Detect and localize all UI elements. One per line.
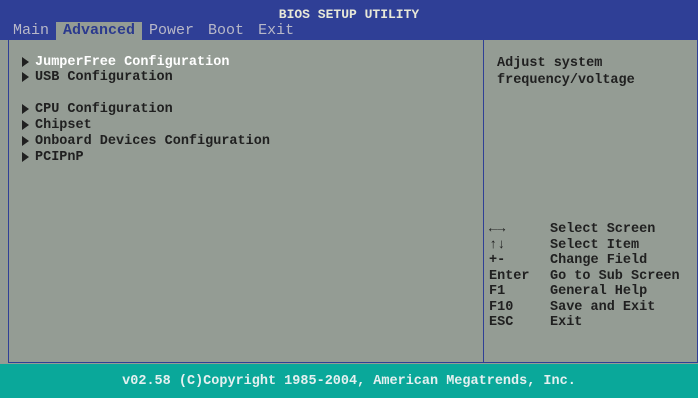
tab-power[interactable]: Power bbox=[142, 22, 201, 40]
submenu-arrow-icon bbox=[22, 72, 29, 82]
key-desc: Save and Exit bbox=[550, 299, 656, 315]
submenu-arrow-icon bbox=[22, 120, 29, 130]
key-name: F1 bbox=[489, 284, 506, 299]
tab-main[interactable]: Main bbox=[6, 22, 56, 40]
panel-divider bbox=[483, 40, 484, 362]
key-row-general-help: F1 General Help bbox=[489, 284, 680, 300]
tab-advanced[interactable]: Advanced bbox=[56, 22, 143, 40]
key-desc: Go to Sub Screen bbox=[550, 268, 680, 284]
help-line: frequency/voltage bbox=[497, 73, 635, 88]
menu-item-cpu[interactable]: CPU Configuration bbox=[22, 101, 173, 117]
key-name: +- bbox=[489, 253, 506, 268]
left-right-arrow-icon: ←→ bbox=[489, 222, 506, 237]
title-bar: BIOS SETUP UTILITY Main Advanced Power B… bbox=[0, 0, 698, 40]
menu-item-label: Onboard Devices Configuration bbox=[35, 133, 270, 149]
menu-item-label: USB Configuration bbox=[35, 69, 173, 85]
key-row-save-exit: F10 Save and Exit bbox=[489, 300, 680, 316]
key-name: Enter bbox=[489, 268, 530, 284]
menu-item-chipset[interactable]: Chipset bbox=[22, 117, 92, 133]
up-down-arrow-icon: ↑↓ bbox=[489, 237, 506, 253]
menu-item-jumperfree[interactable]: JumperFree Configuration bbox=[22, 54, 230, 70]
copyright-text: v02.58 (C)Copyright 1985-2004, American … bbox=[122, 374, 576, 389]
menu-bar: Main Advanced Power Boot Exit bbox=[6, 20, 301, 40]
key-row-sub-screen: Enter Go to Sub Screen bbox=[489, 269, 680, 285]
key-row-select-screen: ←→ Select Screen bbox=[489, 222, 680, 238]
footer-bar: v02.58 (C)Copyright 1985-2004, American … bbox=[0, 364, 698, 398]
key-row-change-field: +- Change Field bbox=[489, 253, 680, 269]
key-desc: Select Screen bbox=[550, 222, 656, 237]
menu-item-onboard-devices[interactable]: Onboard Devices Configuration bbox=[22, 133, 270, 149]
submenu-arrow-icon bbox=[22, 104, 29, 114]
key-desc: Exit bbox=[550, 315, 583, 330]
menu-item-label: PCIPnP bbox=[35, 149, 84, 165]
help-description: Adjust system frequency/voltage bbox=[497, 55, 687, 89]
key-desc: Select Item bbox=[550, 237, 640, 253]
submenu-arrow-icon bbox=[22, 136, 29, 146]
menu-item-label: JumperFree Configuration bbox=[35, 54, 230, 70]
submenu-arrow-icon bbox=[22, 57, 29, 67]
key-name: F10 bbox=[489, 299, 514, 315]
help-line: Adjust system bbox=[497, 56, 603, 71]
menu-item-label: CPU Configuration bbox=[35, 101, 173, 117]
key-legend: ←→ Select Screen ↑↓ Select Item +- Chang… bbox=[489, 222, 680, 331]
key-desc: General Help bbox=[550, 284, 648, 299]
key-name: ESC bbox=[489, 315, 514, 330]
submenu-arrow-icon bbox=[22, 152, 29, 162]
tab-exit[interactable]: Exit bbox=[251, 22, 301, 40]
menu-item-usb[interactable]: USB Configuration bbox=[22, 69, 173, 85]
tab-boot[interactable]: Boot bbox=[201, 22, 251, 40]
menu-item-label: Chipset bbox=[35, 117, 92, 133]
key-row-select-item: ↑↓ Select Item bbox=[489, 238, 680, 254]
menu-item-pcipnp[interactable]: PCIPnP bbox=[22, 149, 84, 165]
key-desc: Change Field bbox=[550, 253, 648, 268]
key-row-exit: ESC Exit bbox=[489, 315, 680, 331]
